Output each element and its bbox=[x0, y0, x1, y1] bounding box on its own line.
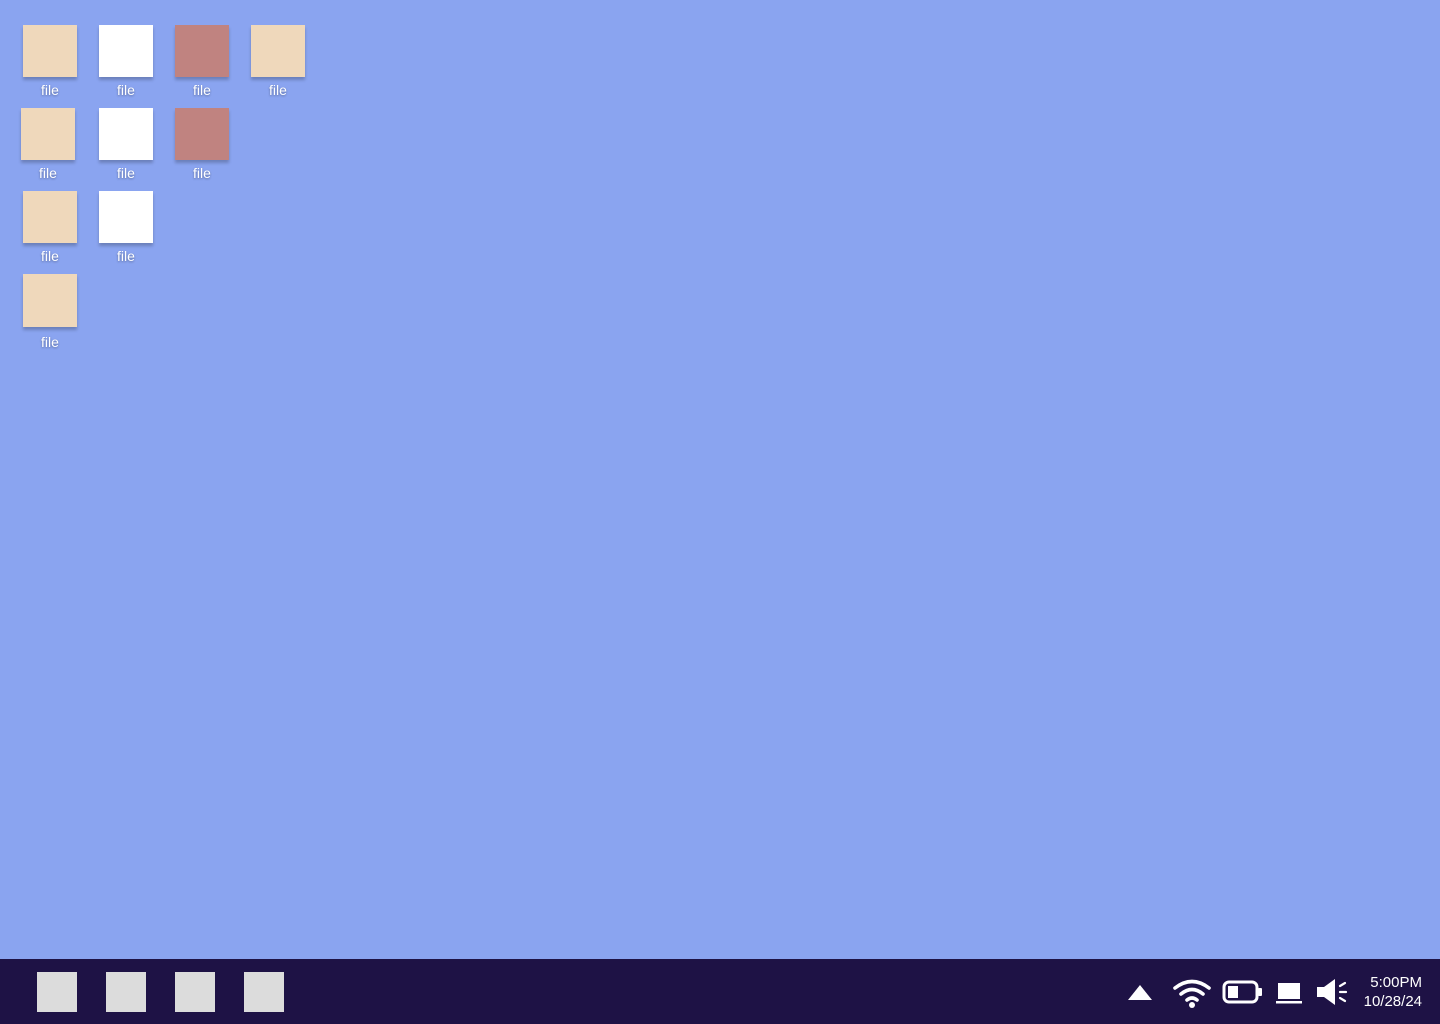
show-hidden-icon[interactable] bbox=[1124, 959, 1156, 1024]
clock-time: 5:00PM bbox=[1370, 974, 1422, 991]
display-icon[interactable] bbox=[1272, 959, 1306, 1024]
file-label: file bbox=[41, 334, 59, 350]
file-label: file bbox=[193, 82, 211, 98]
file-label: file bbox=[117, 82, 135, 98]
desktop-file-icon[interactable]: file bbox=[12, 274, 88, 354]
file-label: file bbox=[193, 165, 211, 181]
file-icon bbox=[99, 25, 153, 77]
clock-date: 10/28/24 bbox=[1363, 993, 1422, 1010]
desktop-file-icon[interactable]: file bbox=[12, 25, 88, 105]
file-icon bbox=[23, 191, 77, 243]
file-label: file bbox=[117, 165, 135, 181]
battery-icon[interactable] bbox=[1220, 959, 1266, 1024]
volume-icon[interactable] bbox=[1312, 959, 1350, 1024]
file-icon bbox=[99, 191, 153, 243]
taskbar-app-button[interactable] bbox=[244, 972, 284, 1012]
desktop-file-icon[interactable]: file bbox=[164, 25, 240, 105]
file-icon bbox=[251, 25, 305, 77]
file-icon bbox=[23, 274, 77, 327]
file-label: file bbox=[41, 82, 59, 98]
file-icon bbox=[99, 108, 153, 160]
file-label: file bbox=[41, 248, 59, 264]
taskbar-app-button[interactable] bbox=[106, 972, 146, 1012]
file-icon bbox=[175, 25, 229, 77]
desktop-file-icon[interactable]: file bbox=[88, 25, 164, 105]
file-icon bbox=[175, 108, 229, 160]
wifi-icon[interactable] bbox=[1170, 959, 1214, 1024]
clock[interactable]: 5:00PM 10/28/24 bbox=[1364, 973, 1422, 1011]
taskbar-app-button[interactable] bbox=[37, 972, 77, 1012]
desktop-file-icon[interactable]: file bbox=[164, 108, 240, 188]
file-label: file bbox=[269, 82, 287, 98]
file-label: file bbox=[117, 248, 135, 264]
desktop-file-icon[interactable]: file bbox=[10, 108, 86, 188]
taskbar: 5:00PM 10/28/24 bbox=[0, 959, 1440, 1024]
desktop-file-icon[interactable]: file bbox=[240, 25, 316, 105]
taskbar-app-button[interactable] bbox=[175, 972, 215, 1012]
desktop-file-icon[interactable]: file bbox=[88, 191, 164, 271]
desktop-file-icon[interactable]: file bbox=[88, 108, 164, 188]
desktop[interactable]: file file file file file file file file … bbox=[0, 0, 1440, 959]
file-icon bbox=[21, 108, 75, 160]
file-icon bbox=[23, 25, 77, 77]
desktop-file-icon[interactable]: file bbox=[12, 191, 88, 271]
file-label: file bbox=[39, 165, 57, 181]
